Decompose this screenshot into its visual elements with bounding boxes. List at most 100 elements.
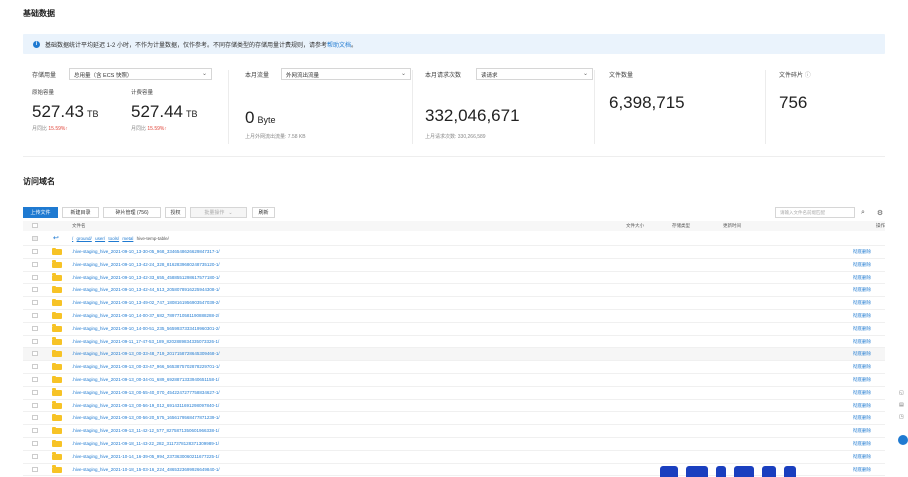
table-row[interactable]: .hive-staging_hive_2021-09-10_13-49-02_7… bbox=[23, 297, 885, 310]
delete-action-link[interactable]: 彻底删除 bbox=[853, 287, 871, 293]
table-row[interactable]: .hive-staging_hive_2021-09-10_14-00-51_2… bbox=[23, 323, 885, 336]
help-circle-icon[interactable]: ⓘ bbox=[805, 73, 811, 79]
chevron-down-icon: ⌄ bbox=[201, 71, 207, 77]
file-name-link[interactable]: .hive-staging_hive_2021-10-18_15-03-16_2… bbox=[72, 467, 220, 472]
table-row[interactable]: .hive-staging_hive_2021-09-13_00-55-40_0… bbox=[23, 387, 885, 400]
row-checkbox[interactable] bbox=[32, 338, 38, 344]
row-checkbox[interactable] bbox=[32, 466, 38, 472]
breadcrumb-root[interactable]: / bbox=[72, 236, 73, 241]
table-row[interactable]: .hive-staging_hive_2021-09-10_14-00-37_6… bbox=[23, 310, 885, 323]
select-all-checkbox[interactable] bbox=[32, 223, 38, 228]
folder-icon bbox=[52, 273, 62, 281]
delete-action-link[interactable]: 彻底删除 bbox=[853, 454, 871, 460]
delete-action-link[interactable]: 彻底删除 bbox=[853, 364, 871, 370]
fragment-manage-button[interactable]: 碎片管理 (756) bbox=[103, 207, 161, 218]
row-checkbox[interactable] bbox=[32, 364, 38, 370]
table-row[interactable]: .hive-staging_hive_2021-09-13_00-34-01_6… bbox=[23, 374, 885, 387]
table-row[interactable]: .hive-staging_hive_2021-09-13_00-56-19_0… bbox=[23, 400, 885, 413]
row-checkbox[interactable] bbox=[32, 389, 38, 395]
delete-action-link[interactable]: 彻底删除 bbox=[853, 390, 871, 396]
file-name-link[interactable]: .hive-staging_hive_2021-09-10_14-00-51_2… bbox=[72, 326, 220, 331]
delete-action-link[interactable]: 彻底删除 bbox=[853, 441, 871, 447]
requests-select[interactable]: 读请求 ⌄ bbox=[476, 68, 593, 80]
breadcrumb-tools[interactable]: tools/ bbox=[108, 236, 119, 241]
delete-action-link[interactable]: 彻底删除 bbox=[853, 339, 871, 345]
document-icon[interactable]: ▤ bbox=[899, 402, 908, 408]
table-row[interactable]: .hive-staging_hive_2021-09-10_13-42-33_6… bbox=[23, 272, 885, 285]
service-icon[interactable]: ◳ bbox=[899, 414, 908, 420]
row-checkbox[interactable] bbox=[32, 300, 38, 306]
search-icon[interactable]: ⌕ bbox=[856, 207, 870, 218]
table-row[interactable]: .hive-staging_hive_2021-09-18_11-43-22_2… bbox=[23, 438, 885, 451]
file-name-link[interactable]: .hive-staging_hive_2021-09-13_00-33-48_7… bbox=[72, 351, 220, 356]
divider bbox=[765, 70, 766, 144]
breadcrumb-ground[interactable]: ground/ bbox=[77, 236, 92, 241]
delete-action-link[interactable]: 彻底删除 bbox=[853, 415, 871, 421]
table-row[interactable]: .hive-staging_hive_2021-09-13_00-56-20_5… bbox=[23, 412, 885, 426]
billing-capacity-value: 527.44 TB bbox=[131, 102, 198, 122]
chat-icon[interactable] bbox=[898, 435, 908, 445]
row-checkbox[interactable] bbox=[32, 415, 38, 421]
delete-action-link[interactable]: 彻底删除 bbox=[853, 403, 871, 409]
file-name-link[interactable]: .hive-staging_hive_2021-09-13_11-42-12_5… bbox=[72, 428, 219, 433]
file-name-link[interactable]: .hive-staging_hive_2021-09-13_00-56-20_5… bbox=[72, 415, 220, 420]
table-row[interactable]: .hive-staging_hive_2021-09-13_11-42-12_5… bbox=[23, 425, 885, 438]
authorize-button[interactable]: 授权 bbox=[165, 207, 186, 218]
row-checkbox[interactable] bbox=[32, 274, 38, 280]
folder-icon bbox=[52, 247, 62, 255]
row-checkbox[interactable] bbox=[32, 453, 38, 459]
delete-action-link[interactable]: 彻底删除 bbox=[853, 351, 871, 357]
traffic-select[interactable]: 外网流出流量 ⌄ bbox=[281, 68, 411, 80]
file-name-link[interactable]: .hive-staging_hive_2021-09-13_00-56-19_0… bbox=[72, 403, 219, 408]
row-checkbox[interactable] bbox=[32, 377, 38, 382]
row-checkbox[interactable] bbox=[32, 325, 38, 331]
file-name-link[interactable]: .hive-staging_hive_2021-09-11_17-47-53_1… bbox=[72, 339, 219, 344]
row-checkbox[interactable] bbox=[32, 441, 38, 446]
file-name-link[interactable]: .hive-staging_hive_2021-09-18_11-43-22_2… bbox=[72, 441, 219, 446]
row-checkbox[interactable] bbox=[32, 402, 38, 408]
feedback-icon[interactable]: ◱ bbox=[899, 390, 908, 396]
table-row[interactable]: .hive-staging_hive_2021-09-11_17-47-53_1… bbox=[23, 336, 885, 349]
file-name-link[interactable]: .hive-staging_hive_2021-09-13_00-34-01_6… bbox=[72, 377, 219, 382]
file-name-link[interactable]: .hive-staging_hive_2021-09-10_13-49-02_7… bbox=[72, 300, 220, 305]
storage-select[interactable]: 总用量（含 ECS 快照） ⌄ bbox=[69, 68, 212, 80]
file-name-link[interactable]: .hive-staging_hive_2021-09-10_13-42-24_3… bbox=[72, 262, 220, 267]
table-row[interactable]: .hive-staging_hive_2021-09-10_13-42-44_5… bbox=[23, 284, 885, 298]
table-row[interactable]: .hive-staging_hive_2021-09-10_13-30-05_9… bbox=[23, 246, 885, 259]
delete-action-link[interactable]: 彻底删除 bbox=[853, 377, 871, 383]
row-checkbox[interactable] bbox=[32, 287, 38, 293]
file-name-link[interactable]: .hive-staging_hive_2021-09-10_13-42-44_5… bbox=[72, 287, 220, 292]
file-name-link[interactable]: .hive-staging_hive_2021-10-14_16-39-05_9… bbox=[72, 454, 219, 459]
row-checkbox[interactable] bbox=[32, 351, 38, 357]
table-row[interactable]: .hive-staging_hive_2021-09-10_13-42-24_3… bbox=[23, 259, 885, 272]
row-checkbox[interactable] bbox=[32, 261, 38, 267]
table-row[interactable]: .hive-staging_hive_2021-09-13_00-33-47_9… bbox=[23, 361, 885, 374]
file-name-link[interactable]: .hive-staging_hive_2021-09-13_00-33-47_9… bbox=[72, 364, 220, 369]
upload-button[interactable]: 上传文件 bbox=[23, 207, 58, 218]
back-arrow-icon[interactable]: ↩ bbox=[53, 234, 59, 242]
table-row[interactable]: .hive-staging_hive_2021-09-13_00-33-48_7… bbox=[23, 348, 885, 362]
file-name-link[interactable]: .hive-staging_hive_2021-09-13_00-55-40_0… bbox=[72, 390, 220, 395]
delete-action-link[interactable]: 彻底删除 bbox=[853, 275, 871, 281]
file-name-link[interactable]: .hive-staging_hive_2021-09-10_14-00-37_6… bbox=[72, 313, 219, 318]
table-row[interactable]: .hive-staging_hive_2021-10-14_16-39-05_9… bbox=[23, 451, 885, 464]
refresh-button[interactable]: 刷新 bbox=[252, 207, 275, 218]
delete-action-link[interactable]: 彻底删除 bbox=[853, 262, 871, 268]
delete-action-link[interactable]: 彻底删除 bbox=[853, 300, 871, 306]
breadcrumb-metal[interactable]: metal bbox=[122, 236, 133, 241]
gear-icon[interactable]: ⚙ bbox=[875, 207, 885, 218]
file-name-link[interactable]: .hive-staging_hive_2021-09-10_13-42-33_6… bbox=[72, 275, 220, 280]
batch-operation-button[interactable]: 批量操作 ⌄ bbox=[190, 207, 247, 218]
file-search-input[interactable]: 请输入文件名前缀匹配 bbox=[775, 207, 855, 218]
new-directory-button[interactable]: 新建目录 bbox=[62, 207, 99, 218]
row-checkbox[interactable] bbox=[32, 313, 38, 318]
row-checkbox[interactable] bbox=[32, 249, 38, 254]
breadcrumb-user[interactable]: user/ bbox=[95, 236, 105, 241]
delete-action-link[interactable]: 彻底删除 bbox=[853, 249, 871, 255]
delete-action-link[interactable]: 彻底删除 bbox=[853, 326, 871, 332]
delete-action-link[interactable]: 彻底删除 bbox=[853, 428, 871, 434]
help-doc-link[interactable]: 帮助文档 bbox=[327, 40, 351, 49]
row-checkbox[interactable] bbox=[32, 428, 38, 434]
file-name-link[interactable]: .hive-staging_hive_2021-09-10_13-30-05_9… bbox=[72, 249, 220, 254]
delete-action-link[interactable]: 彻底删除 bbox=[853, 313, 871, 319]
